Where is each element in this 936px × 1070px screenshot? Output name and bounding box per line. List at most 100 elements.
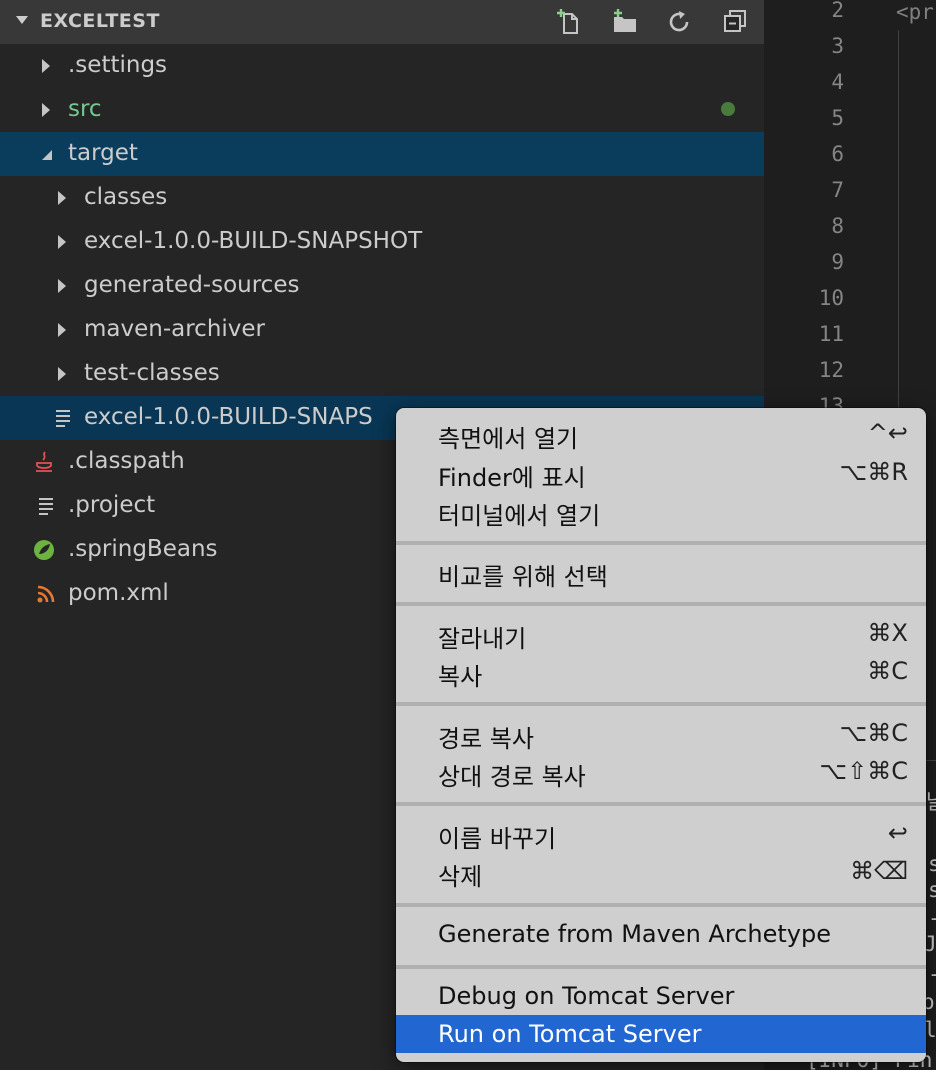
menu-separator [396, 541, 926, 545]
line-number: 2 [831, 0, 844, 22]
output-fragment: s [928, 852, 936, 876]
menu-item-label: 상대 경로 복사 [438, 763, 586, 791]
chevron-right-icon[interactable] [42, 59, 50, 73]
tree-item-label: classes [84, 184, 168, 210]
java-icon [36, 451, 52, 472]
tree-item-label: .settings [68, 52, 168, 78]
menu-item-debug-on-tomcat[interactable]: Debug on Tomcat Server [396, 977, 926, 1015]
menu-item-rename[interactable]: 이름 바꾸기 ↩ [396, 814, 926, 853]
panel-tab-fragment: 날 [926, 790, 936, 814]
git-modified-badge [721, 102, 735, 116]
context-menu: 측면에서 열기 ^↩ Finder에 표시 ⌥⌘R 터미널에서 열기 비교를 위… [396, 408, 926, 1062]
tree-item-test-classes[interactable]: test-classes [0, 352, 764, 396]
menu-item-delete[interactable]: 삭제 ⌘⌫ [396, 852, 926, 891]
chevron-right-icon[interactable] [58, 367, 66, 381]
chevron-right-icon[interactable] [58, 323, 66, 337]
menu-item-label: 복사 [438, 663, 483, 691]
rss-icon [37, 585, 55, 603]
menu-item-run-on-tomcat[interactable]: Run on Tomcat Server [396, 1015, 926, 1053]
chevron-down-icon[interactable] [40, 149, 54, 161]
tree-item-maven-archiver[interactable]: maven-archiver [0, 308, 764, 352]
menu-item-copy-relative-path[interactable]: 상대 경로 복사 ⌥⇧⌘C [396, 752, 926, 791]
chevron-right-icon[interactable] [58, 235, 66, 249]
line-number: 10 [818, 286, 844, 310]
menu-item-reveal-in-finder[interactable]: Finder에 표시 ⌥⌘R [396, 453, 926, 492]
menu-item-label: Debug on Tomcat Server [438, 982, 735, 1010]
chevron-down-icon[interactable] [16, 16, 28, 24]
code-fragment: <pr [896, 0, 934, 24]
tree-item-label: excel-1.0.0-BUILD-SNAPSHOT [84, 228, 423, 254]
tree-item-target[interactable]: target [0, 132, 764, 176]
new-file-icon[interactable] [554, 8, 584, 36]
tree-item-label: target [68, 140, 138, 166]
menu-item-label: Run on Tomcat Server [438, 1020, 702, 1048]
tree-item-label: .springBeans [68, 536, 218, 562]
menu-shortcut: ⌥⌘C [839, 719, 908, 747]
explorer-title: EXCELTEST [40, 10, 160, 32]
menu-item-label: 터미널에서 열기 [438, 502, 601, 530]
menu-item-label: 측면에서 열기 [438, 425, 579, 453]
line-number: 9 [831, 250, 844, 274]
new-folder-icon[interactable] [610, 8, 640, 36]
line-number: 11 [818, 322, 844, 346]
menu-shortcut: ↩ [887, 819, 908, 847]
chevron-right-icon[interactable] [58, 191, 66, 205]
menu-separator [396, 602, 926, 606]
tree-item-label: .project [68, 492, 156, 518]
menu-item-label: 비교를 위해 선택 [438, 563, 608, 591]
menu-shortcut: ^↩ [867, 419, 908, 447]
menu-item-open-in-terminal[interactable]: 터미널에서 열기 [396, 491, 926, 530]
line-number: 4 [831, 70, 844, 94]
menu-item-open-to-side[interactable]: 측면에서 열기 ^↩ [396, 414, 926, 453]
tree-item-settings[interactable]: .settings [0, 44, 764, 88]
tree-item-label: excel-1.0.0-BUILD-SNAPS [84, 404, 373, 430]
menu-shortcut: ⌘C [867, 657, 908, 685]
tree-item-label: .classpath [68, 448, 185, 474]
tree-item-label: generated-sources [84, 272, 300, 298]
menu-item-label: 경로 복사 [438, 725, 534, 753]
line-number: 3 [831, 34, 844, 58]
menu-separator [396, 802, 926, 806]
menu-shortcut: ⌥⌘R [839, 458, 908, 486]
refresh-icon[interactable] [664, 8, 694, 36]
menu-separator [396, 965, 926, 969]
menu-shortcut: ⌥⇧⌘C [819, 757, 908, 785]
spring-icon [34, 540, 54, 560]
tree-item-label: src [68, 96, 102, 122]
line-number: 5 [831, 106, 844, 130]
menu-item-copy[interactable]: 복사 ⌘C [396, 652, 926, 691]
line-number: 8 [831, 214, 844, 238]
menu-shortcut: ⌘⌫ [850, 857, 908, 885]
line-number: 7 [831, 178, 844, 202]
menu-item-copy-path[interactable]: 경로 복사 ⌥⌘C [396, 714, 926, 753]
menu-item-label: 삭제 [438, 863, 483, 891]
line-number: 12 [818, 358, 844, 382]
menu-separator [396, 903, 926, 907]
menu-item-label: 잘라내기 [438, 625, 527, 653]
tree-item-generated-sources[interactable]: generated-sources [0, 264, 764, 308]
menu-item-select-for-compare[interactable]: 비교를 위해 선택 [396, 552, 926, 591]
collapse-all-icon[interactable] [720, 8, 750, 36]
text-file-icon [56, 410, 70, 427]
output-fragment: - [928, 906, 936, 930]
chevron-right-icon[interactable] [58, 279, 66, 293]
text-file-icon [39, 498, 53, 515]
menu-item-generate-maven-archetype[interactable]: Generate from Maven Archetype [396, 915, 926, 953]
explorer-header[interactable]: EXCELTEST [0, 0, 764, 44]
menu-item-label: Generate from Maven Archetype [438, 920, 831, 948]
tree-item-src[interactable]: src [0, 88, 764, 132]
tree-item-classes[interactable]: classes [0, 176, 764, 220]
tree-item-label: pom.xml [68, 580, 169, 606]
menu-separator [396, 702, 926, 706]
tree-item-excel-snapshot-folder[interactable]: excel-1.0.0-BUILD-SNAPSHOT [0, 220, 764, 264]
menu-item-cut[interactable]: 잘라내기 ⌘X [396, 614, 926, 653]
menu-item-label: 이름 바꾸기 [438, 825, 557, 853]
output-fragment: s [928, 878, 936, 902]
indent-guide [898, 30, 899, 410]
menu-shortcut: ⌘X [867, 619, 908, 647]
menu-item-label: Finder에 표시 [438, 464, 586, 492]
tree-item-label: maven-archiver [84, 316, 266, 342]
output-fragment: - [928, 962, 936, 986]
chevron-right-icon[interactable] [42, 103, 50, 117]
tree-item-label: test-classes [84, 360, 220, 386]
